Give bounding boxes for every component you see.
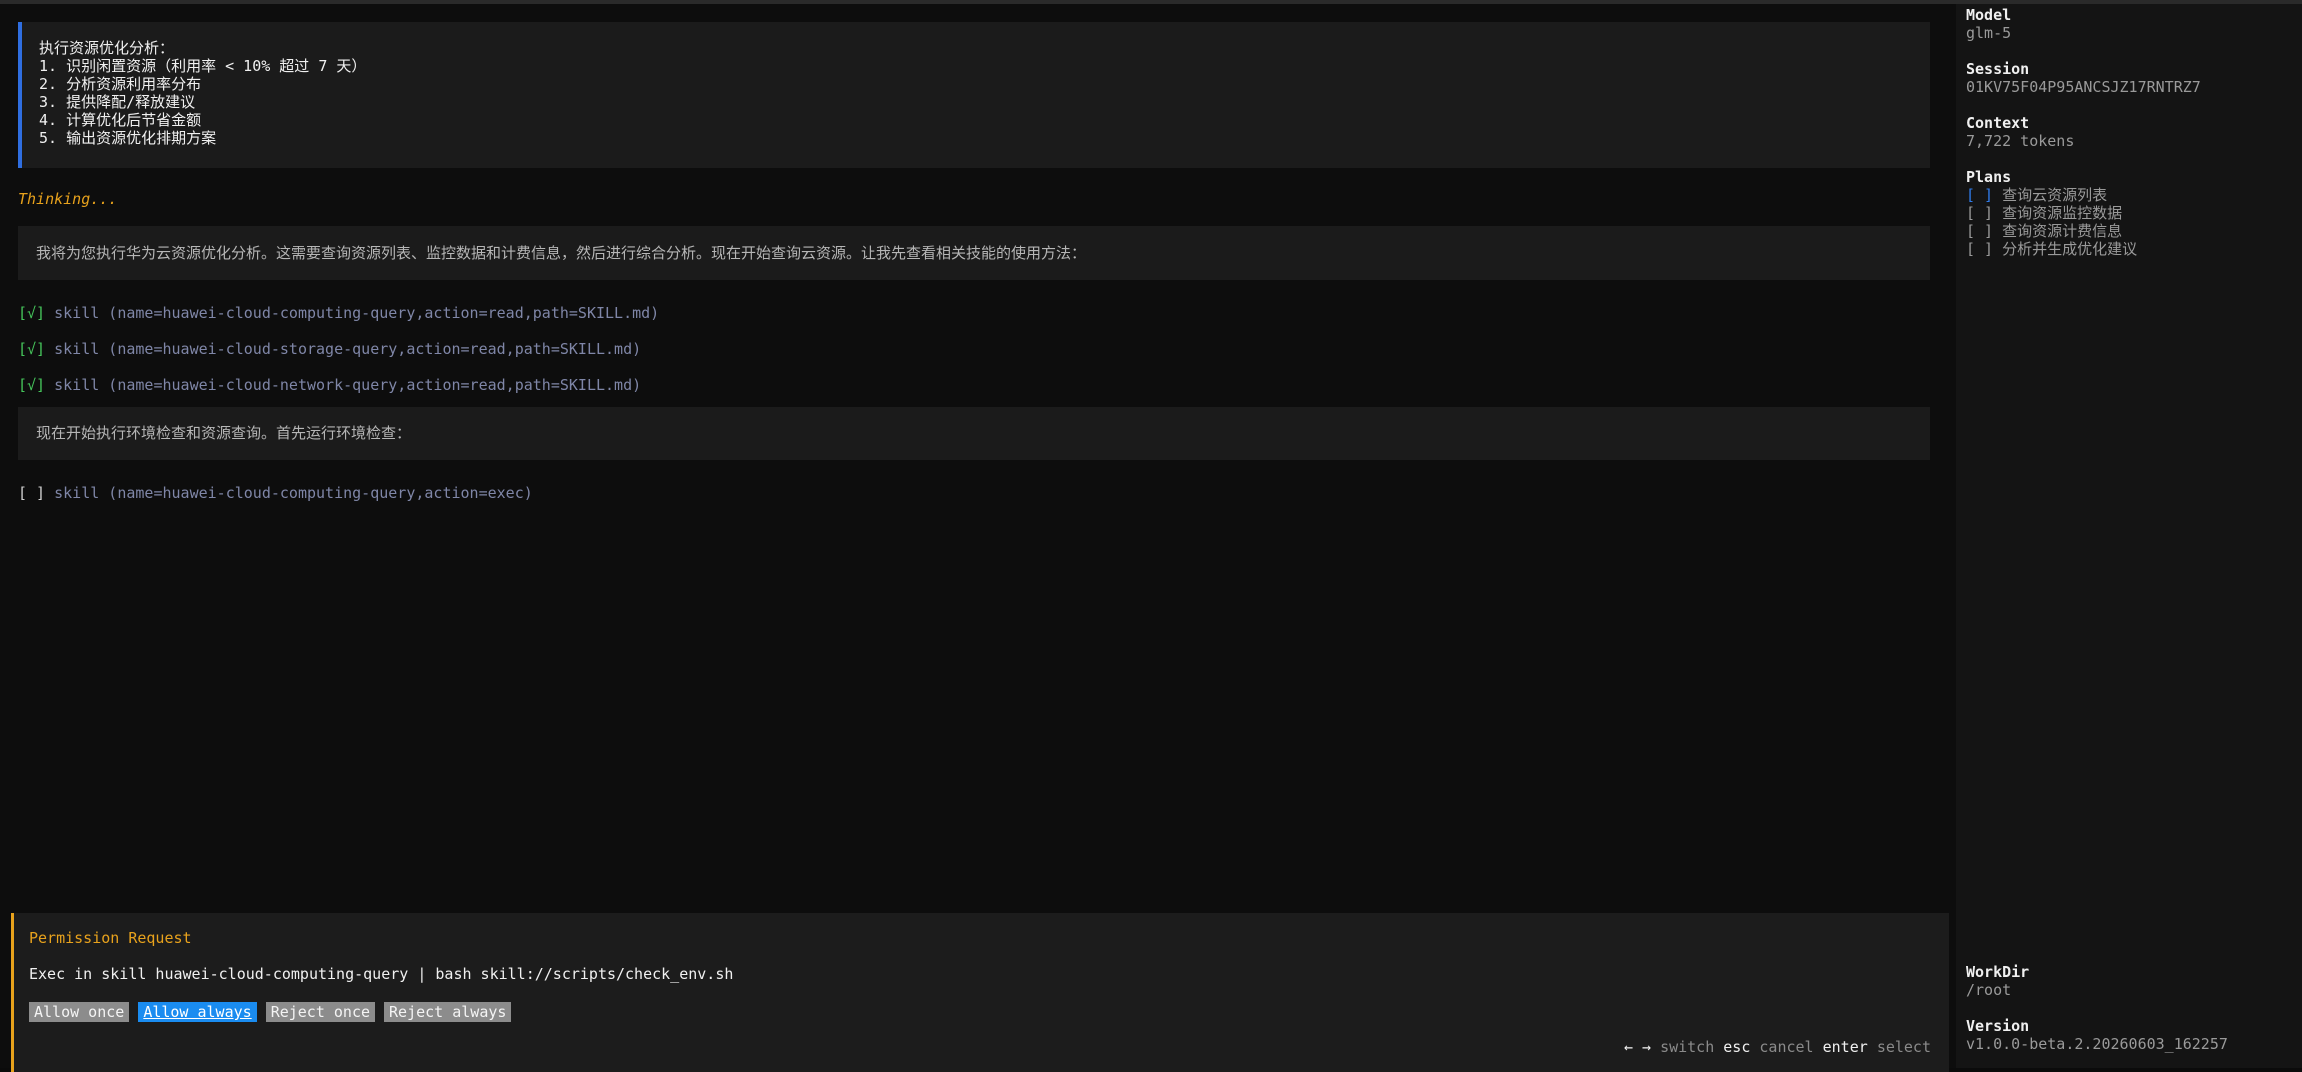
- context-section: Context 7,722 tokens: [1966, 114, 2074, 150]
- tool-call-text: skill (name=huawei-cloud-computing-query…: [54, 304, 660, 322]
- plan-item-label: 查询云资源列表: [2002, 186, 2108, 204]
- model-value: glm-5: [1966, 24, 2012, 42]
- tool-status-done: [√]: [18, 304, 46, 322]
- plan-item-label: 分析并生成优化建议: [2002, 240, 2138, 258]
- chat-panel: 执行资源优化分析： 1. 识别闲置资源（利用率 < 10% 超过 7 天） 2.…: [0, 4, 1956, 1072]
- checkbox-icon: [ ]: [1966, 204, 1994, 222]
- tool-call-text: skill (name=huawei-cloud-computing-query…: [54, 484, 533, 502]
- user-message-line: 3. 提供降配/释放建议: [39, 93, 196, 111]
- allow-always-button[interactable]: Allow always: [138, 1002, 257, 1022]
- version-section: Version v1.0.0-beta.2.20260603_162257: [1966, 1017, 2228, 1053]
- user-message-line: 1. 识别闲置资源（利用率 < 10% 超过 7 天）: [39, 57, 367, 75]
- reject-once-button[interactable]: Reject once: [265, 1002, 376, 1022]
- tool-call-text: skill (name=huawei-cloud-network-query,a…: [54, 376, 642, 394]
- plan-item: [ ] 查询资源监控数据: [1966, 204, 2137, 222]
- hint-key: enter: [1822, 1038, 1868, 1056]
- permission-command: Exec in skill huawei-cloud-computing-que…: [29, 965, 734, 983]
- hint-key: esc: [1723, 1038, 1751, 1056]
- tool-status-done: [√]: [18, 376, 46, 394]
- checkbox-icon: [ ]: [1966, 222, 1994, 240]
- permission-request-panel: Permission Request Exec in skill huawei-…: [11, 913, 1949, 1072]
- session-value: 01KV75F04P95ANCSJZ17RNTRZ7: [1966, 78, 2201, 96]
- model-label: Model: [1966, 6, 2012, 24]
- plans-section: Plans [ ] 查询云资源列表 [ ] 查询资源监控数据 [ ] 查询资源计…: [1966, 168, 2137, 258]
- workdir-label: WorkDir: [1966, 963, 2030, 981]
- version-value: v1.0.0-beta.2.20260603_162257: [1966, 1035, 2228, 1053]
- hint-label: select: [1876, 1038, 1931, 1056]
- tool-status-done: [√]: [18, 340, 46, 358]
- tool-call-row: [√] skill (name=huawei-cloud-network-que…: [18, 375, 641, 395]
- assistant-message: 现在开始执行环境检查和资源查询。首先运行环境检查：: [18, 407, 1930, 460]
- tool-call-row: [√] skill (name=huawei-cloud-computing-q…: [18, 303, 659, 323]
- hint-label: cancel: [1759, 1038, 1814, 1056]
- user-message-line: 2. 分析资源利用率分布: [39, 75, 202, 93]
- arrow-keys-icon: ← →: [1623, 1038, 1652, 1056]
- plan-item-label: 查询资源计费信息: [2002, 222, 2123, 240]
- context-label: Context: [1966, 114, 2030, 132]
- model-section: Model glm-5: [1966, 6, 2011, 42]
- reject-always-button[interactable]: Reject always: [384, 1002, 512, 1022]
- tool-call-row-pending: [ ] skill (name=huawei-cloud-computing-q…: [18, 483, 533, 503]
- tool-call-text: skill (name=huawei-cloud-storage-query,a…: [54, 340, 642, 358]
- plan-item: [ ] 查询资源计费信息: [1966, 222, 2137, 240]
- plan-item: [ ] 分析并生成优化建议: [1966, 240, 2137, 258]
- version-label: Version: [1966, 1017, 2030, 1035]
- user-message-line: 4. 计算优化后节省金额: [39, 111, 202, 129]
- permission-button-group: Allow once Allow always Reject once Reje…: [29, 1002, 512, 1022]
- tool-call-row: [√] skill (name=huawei-cloud-storage-que…: [18, 339, 641, 359]
- allow-once-button[interactable]: Allow once: [29, 1002, 130, 1022]
- plans-label: Plans: [1966, 168, 2012, 186]
- user-message: 执行资源优化分析： 1. 识别闲置资源（利用率 < 10% 超过 7 天） 2.…: [18, 22, 1930, 168]
- session-section: Session 01KV75F04P95ANCSJZ17RNTRZ7: [1966, 60, 2201, 96]
- hint-label: switch: [1660, 1038, 1715, 1056]
- checkbox-icon: [ ]: [1966, 186, 1994, 204]
- workdir-section: WorkDir /root: [1966, 963, 2029, 999]
- keyboard-hints: ← → switch esc cancel enter select: [1624, 1037, 1931, 1057]
- checkbox-icon: [ ]: [1966, 240, 1994, 258]
- permission-title: Permission Request: [29, 929, 192, 947]
- tool-status-pending: [ ]: [18, 484, 46, 502]
- context-value: 7,722 tokens: [1966, 132, 2075, 150]
- user-message-line: 执行资源优化分析：: [39, 39, 175, 57]
- session-label: Session: [1966, 60, 2030, 78]
- info-sidebar: Model glm-5 Session 01KV75F04P95ANCSJZ17…: [1956, 4, 2302, 1068]
- plan-item-label: 查询资源监控数据: [2002, 204, 2123, 222]
- workdir-value: /root: [1966, 981, 2012, 999]
- user-message-line: 5. 输出资源优化排期方案: [39, 129, 217, 147]
- plan-item: [ ] 查询云资源列表: [1966, 186, 2137, 204]
- assistant-message: 我将为您执行华为云资源优化分析。这需要查询资源列表、监控数据和计费信息，然后进行…: [18, 226, 1930, 280]
- thinking-indicator: Thinking...: [18, 190, 118, 208]
